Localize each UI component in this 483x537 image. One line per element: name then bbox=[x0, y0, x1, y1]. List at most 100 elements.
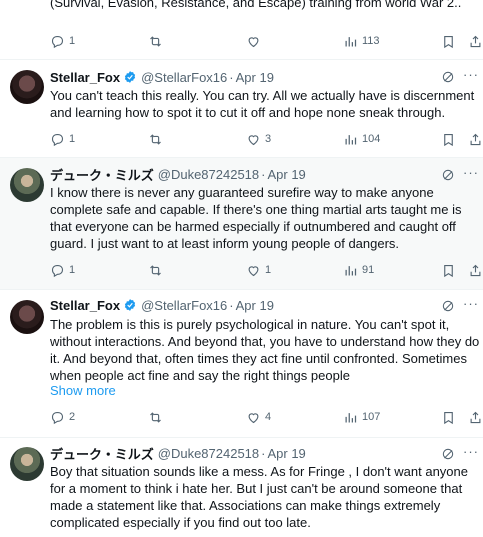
tweet-text: (Survival, Evasion, Resistance, and Esca… bbox=[50, 0, 462, 10]
tweet-actions: 2 4 107 bbox=[50, 408, 482, 426]
reply-count: 1 bbox=[69, 133, 76, 145]
retweet-icon bbox=[150, 133, 161, 145]
display-name[interactable]: Stellar_Fox bbox=[50, 70, 120, 85]
bookmark-icon bbox=[444, 35, 453, 48]
share-button[interactable] bbox=[468, 408, 483, 426]
handle[interactable]: @Duke87242518 bbox=[158, 167, 259, 182]
tweet-text: I know there is never any guaranteed sur… bbox=[50, 185, 462, 251]
tweet[interactable]: Stellar_Fox @StellarFox16 · Apr 19 ··· Y… bbox=[0, 60, 483, 157]
views-count: 113 bbox=[362, 35, 380, 47]
timestamp[interactable]: Apr 19 bbox=[267, 167, 305, 182]
tweet-header: Stellar_Fox @StellarFox16 · Apr 19 bbox=[50, 296, 274, 314]
retweet-button[interactable] bbox=[148, 408, 167, 426]
reply-count: 2 bbox=[69, 411, 76, 423]
display-name[interactable]: Stellar_Fox bbox=[50, 298, 120, 313]
reply-button[interactable]: 2 bbox=[50, 408, 75, 426]
like-count: 1 bbox=[265, 264, 272, 276]
tweet-partial-top[interactable]: (Survival, Evasion, Resistance, and Esca… bbox=[0, 0, 483, 59]
reply-button[interactable]: 1 bbox=[50, 130, 75, 148]
bookmark-icon bbox=[444, 411, 453, 424]
share-button[interactable] bbox=[468, 32, 483, 50]
reply-button[interactable]: 1 bbox=[50, 32, 75, 50]
more-icon[interactable]: ··· bbox=[463, 166, 479, 180]
views-icon bbox=[345, 265, 357, 275]
display-name[interactable]: デューク・ミルズ bbox=[50, 444, 154, 463]
separator: · bbox=[261, 445, 266, 461]
tweet-actions: 1 1 91 bbox=[50, 261, 482, 279]
tweet-header: デューク・ミルズ @Duke87242518 · Apr 19 bbox=[50, 165, 306, 183]
grok-icon[interactable] bbox=[441, 299, 455, 313]
retweet-icon bbox=[150, 35, 161, 47]
tweet-text: Boy that situation sounds like a mess. A… bbox=[50, 464, 468, 530]
retweet-button[interactable] bbox=[148, 261, 167, 279]
display-name[interactable]: デューク・ミルズ bbox=[50, 165, 154, 184]
like-button[interactable]: 3 bbox=[246, 130, 271, 148]
views-button[interactable]: 91 bbox=[343, 261, 374, 279]
bookmark-button[interactable] bbox=[441, 130, 460, 148]
views-button[interactable]: 104 bbox=[343, 130, 380, 148]
bookmark-icon bbox=[444, 133, 453, 146]
retweet-button[interactable] bbox=[148, 32, 167, 50]
like-button[interactable] bbox=[246, 32, 265, 50]
tweet[interactable]: デューク・ミルズ @Duke87242518 · Apr 19 ··· I kn… bbox=[0, 158, 483, 289]
views-button[interactable]: 107 bbox=[343, 408, 380, 426]
tweet[interactable]: Stellar_Fox @StellarFox16 · Apr 19 ··· T… bbox=[0, 290, 483, 437]
share-button[interactable] bbox=[468, 130, 483, 148]
tweet[interactable]: デューク・ミルズ @Duke87242518 · Apr 19 ··· Boy … bbox=[0, 438, 483, 537]
timestamp[interactable]: Apr 19 bbox=[267, 446, 305, 461]
grok-icon[interactable] bbox=[441, 447, 455, 461]
reply-count: 1 bbox=[69, 264, 76, 276]
views-icon bbox=[345, 36, 357, 46]
heart-icon bbox=[248, 134, 259, 145]
views-count: 107 bbox=[362, 411, 381, 423]
retweet-button[interactable] bbox=[148, 130, 167, 148]
views-icon bbox=[345, 412, 357, 422]
retweet-icon bbox=[150, 411, 161, 423]
like-count: 3 bbox=[265, 133, 272, 145]
handle[interactable]: @StellarFox16 bbox=[141, 298, 227, 313]
timestamp[interactable]: Apr 19 bbox=[236, 298, 274, 313]
avatar[interactable] bbox=[10, 300, 44, 334]
show-more-link[interactable]: Show more bbox=[50, 383, 116, 398]
bookmark-button[interactable] bbox=[441, 261, 460, 279]
share-icon bbox=[470, 264, 481, 276]
bookmark-icon bbox=[444, 264, 453, 277]
tweet-header: Stellar_Fox @StellarFox16 · Apr 19 bbox=[50, 68, 274, 86]
tweet-actions: 1 3 104 bbox=[50, 130, 482, 148]
reply-count: 1 bbox=[69, 35, 76, 47]
like-button[interactable]: 1 bbox=[246, 261, 271, 279]
share-button[interactable] bbox=[468, 261, 483, 279]
share-icon bbox=[470, 35, 481, 47]
heart-icon bbox=[248, 265, 259, 276]
verified-badge-icon bbox=[124, 71, 136, 83]
tweet-text: You can't teach this really. You can try… bbox=[50, 88, 475, 120]
share-icon bbox=[470, 133, 481, 145]
separator: · bbox=[229, 69, 234, 85]
reply-icon bbox=[51, 35, 64, 48]
reply-button[interactable]: 1 bbox=[50, 261, 75, 279]
heart-icon bbox=[248, 36, 259, 47]
reply-icon bbox=[51, 133, 64, 146]
separator: · bbox=[261, 166, 266, 182]
handle[interactable]: @StellarFox16 bbox=[141, 70, 227, 85]
handle[interactable]: @Duke87242518 bbox=[158, 446, 259, 461]
bookmark-button[interactable] bbox=[441, 32, 460, 50]
views-count: 104 bbox=[362, 133, 381, 145]
like-button[interactable]: 4 bbox=[246, 408, 271, 426]
bookmark-button[interactable] bbox=[441, 408, 460, 426]
avatar[interactable] bbox=[10, 70, 44, 104]
grok-icon[interactable] bbox=[441, 168, 455, 182]
avatar[interactable] bbox=[10, 447, 44, 481]
grok-icon[interactable] bbox=[441, 70, 455, 84]
tweet-text: The problem is this is purely psychologi… bbox=[50, 317, 480, 383]
timestamp[interactable]: Apr 19 bbox=[236, 70, 274, 85]
reply-icon bbox=[51, 264, 64, 277]
more-icon[interactable]: ··· bbox=[463, 445, 479, 459]
more-icon[interactable]: ··· bbox=[463, 297, 479, 311]
avatar[interactable] bbox=[10, 168, 44, 202]
more-icon[interactable]: ··· bbox=[463, 68, 479, 82]
views-icon bbox=[345, 134, 357, 144]
reply-icon bbox=[51, 411, 64, 424]
share-icon bbox=[470, 411, 481, 423]
views-button[interactable]: 113 bbox=[343, 32, 380, 50]
